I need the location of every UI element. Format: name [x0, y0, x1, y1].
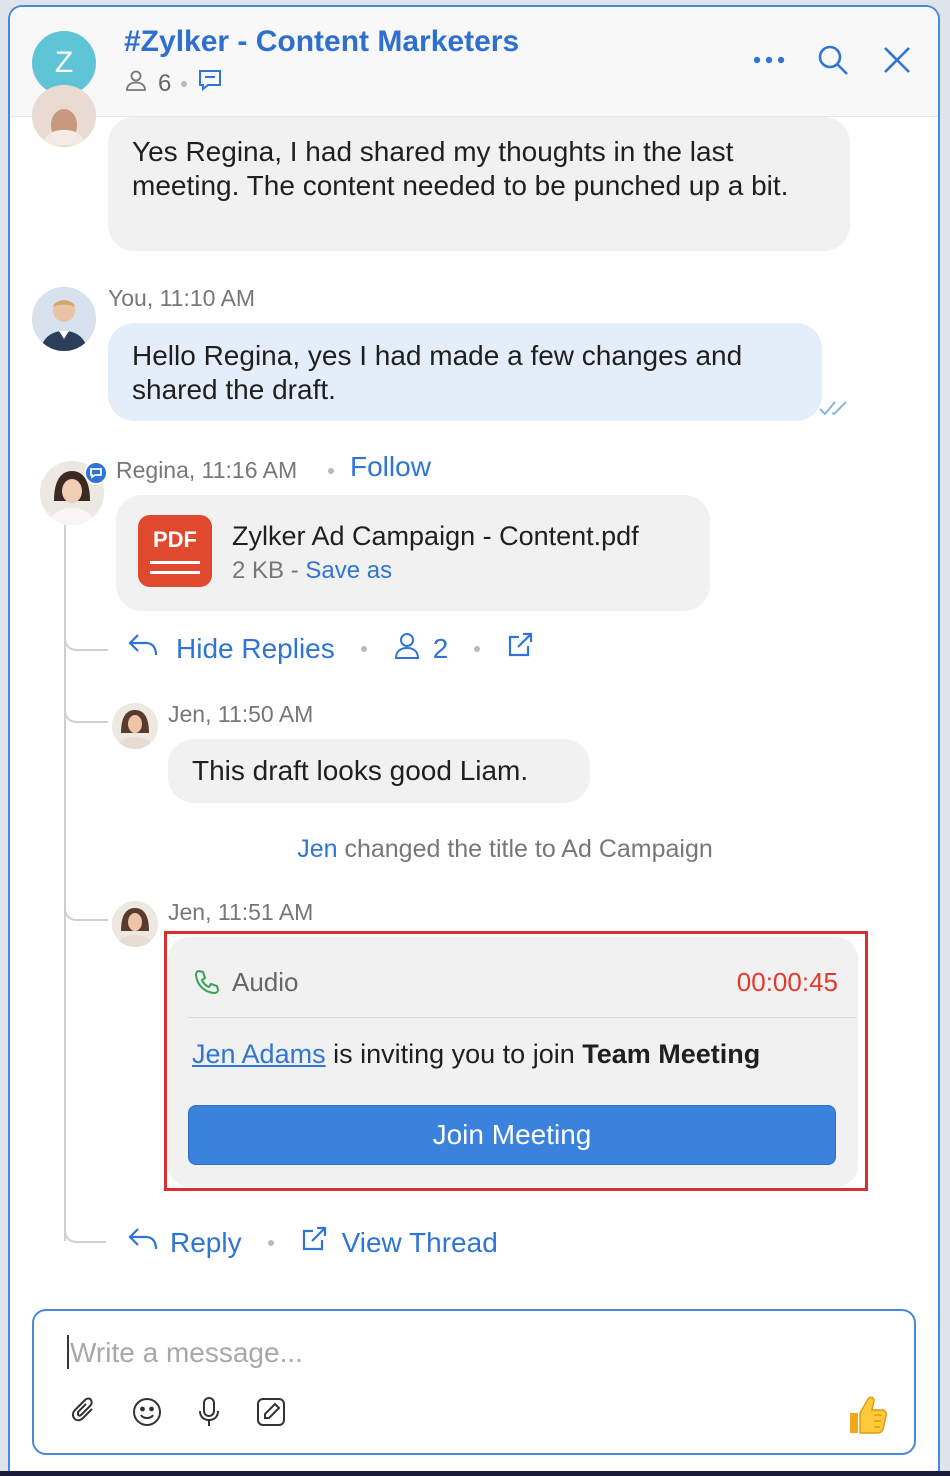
pdf-file-icon: PDF	[138, 515, 212, 587]
header-actions	[752, 43, 914, 77]
participant-count[interactable]: 2	[433, 633, 449, 665]
message-composer	[32, 1309, 916, 1455]
composer-tools	[68, 1395, 288, 1429]
channel-header: Z #Zylker - Content Marketers 6	[10, 7, 938, 117]
system-actor-link[interactable]: Jen	[297, 835, 337, 863]
read-receipt-icon	[818, 399, 852, 422]
thread-footer-actions: Reply View Thread	[128, 1225, 498, 1260]
thread-actions: Hide Replies 2	[128, 631, 534, 666]
microphone-icon[interactable]	[192, 1395, 226, 1429]
reply-button[interactable]: Reply	[170, 1227, 242, 1259]
message-meta: You, 11:10 AM	[108, 285, 256, 311]
emoji-icon[interactable]	[130, 1395, 164, 1429]
avatar-regina-partial[interactable]	[32, 85, 96, 147]
file-attachment[interactable]: PDF Zylker Ad Campaign - Content.pdf 2 K…	[116, 495, 710, 611]
separator-dot	[474, 645, 481, 652]
attachment-icon[interactable]	[68, 1395, 102, 1429]
file-size: 2 KB -	[232, 557, 299, 584]
more-options-icon[interactable]	[752, 43, 786, 77]
thread-connector-branch	[64, 897, 108, 921]
system-text: changed the title to Ad Campaign	[344, 835, 713, 863]
channel-title[interactable]: #Zylker - Content Marketers	[124, 25, 519, 59]
text-caret	[67, 1335, 69, 1369]
message-text: Yes Regina, I had shared my thoughts in …	[132, 136, 789, 201]
reply-arrow-icon[interactable]	[128, 632, 158, 665]
thumbs-up-icon[interactable]	[846, 1393, 890, 1442]
channel-meta: 6	[124, 67, 223, 100]
thread-badge-icon	[84, 461, 108, 485]
message-text: This draft looks good Liam.	[192, 755, 529, 786]
follow-link[interactable]: Follow	[350, 451, 431, 483]
file-info: 2 KB - Save as	[232, 557, 392, 585]
channel-avatar-letter: Z	[54, 46, 74, 79]
system-message: Jen changed the title to Ad Campaign	[10, 835, 938, 864]
message-bubble[interactable]: This draft looks good Liam.	[168, 739, 590, 803]
separator-dot	[360, 645, 367, 652]
message-bubble[interactable]: Yes Regina, I had shared my thoughts in …	[108, 117, 850, 251]
view-thread-button[interactable]: View Thread	[342, 1227, 498, 1259]
thread-connector-branch	[64, 1219, 106, 1243]
avatar-you[interactable]	[32, 287, 96, 351]
window-bottom-edge	[0, 1471, 950, 1476]
separator-dot	[328, 468, 334, 474]
message-meta: Jen, 11:50 AM	[168, 701, 314, 727]
thread-connector-branch	[64, 699, 108, 723]
highlight-box	[164, 931, 868, 1191]
view-thread-icon[interactable]	[300, 1225, 328, 1260]
avatar-jen[interactable]	[112, 703, 158, 749]
message-text: Hello Regina, yes I had made a few chang…	[132, 340, 743, 405]
members-icon[interactable]	[124, 68, 148, 99]
pdf-badge-label: PDF	[153, 527, 197, 552]
close-icon[interactable]	[880, 43, 914, 77]
open-thread-icon[interactable]	[506, 631, 534, 666]
separator-dot	[181, 80, 188, 87]
avatar-jen[interactable]	[112, 901, 158, 947]
message-meta: Regina, 11:16 AM	[116, 457, 298, 483]
member-count[interactable]: 6	[158, 70, 171, 98]
channel-description-icon[interactable]	[197, 67, 223, 100]
participants-icon[interactable]	[393, 631, 421, 666]
search-icon[interactable]	[816, 43, 850, 77]
reply-arrow-icon[interactable]	[128, 1226, 158, 1259]
message-meta: Jen, 11:51 AM	[168, 899, 314, 925]
thread-connector-branch	[64, 627, 108, 651]
separator-dot	[267, 1239, 274, 1246]
file-name[interactable]: Zylker Ad Campaign - Content.pdf	[232, 521, 639, 552]
message-input[interactable]	[70, 1331, 830, 1375]
message-bubble[interactable]: Hello Regina, yes I had made a few chang…	[108, 323, 822, 421]
format-icon[interactable]	[254, 1395, 288, 1429]
chat-window: Z #Zylker - Content Marketers 6 Yes Regi…	[8, 5, 940, 1471]
save-as-link[interactable]: Save as	[305, 557, 392, 584]
hide-replies-button[interactable]: Hide Replies	[176, 633, 335, 665]
